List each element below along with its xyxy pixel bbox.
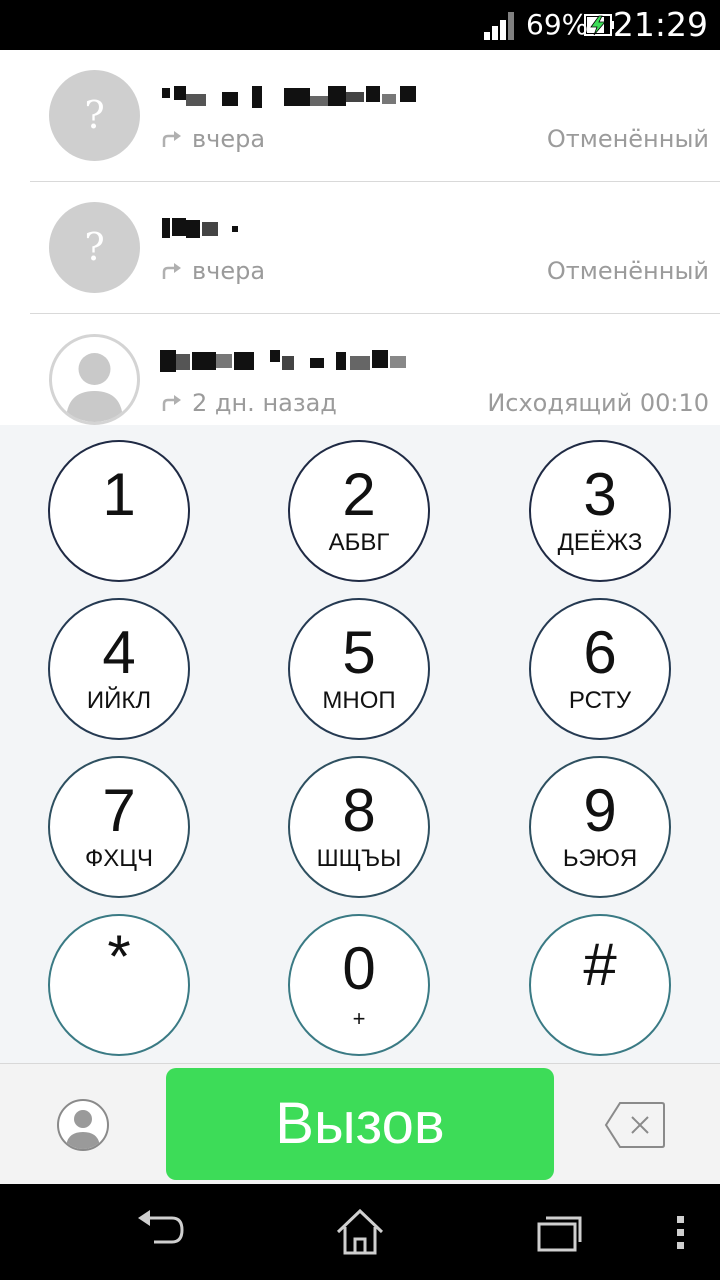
contact-name-redacted	[160, 214, 242, 244]
system-navigation-bar	[0, 1184, 720, 1280]
dialer-action-bar: Вызов	[0, 1063, 720, 1184]
key-digit: *	[107, 923, 131, 990]
key-6[interactable]: 6 РСТУ	[529, 598, 671, 740]
key-digit: 0	[342, 935, 376, 1002]
signal-icon	[484, 12, 518, 40]
key-letters: ФХЦЧ	[84, 845, 153, 872]
key-letters: ИЙКЛ	[86, 687, 152, 714]
person-silhouette-icon	[66, 1110, 100, 1149]
key-digit: 3	[583, 461, 617, 528]
backspace-icon[interactable]	[604, 1100, 666, 1150]
call-log: ? вчера Отменённый ? вчера Отменённый 2 …	[0, 50, 720, 425]
contacts-button[interactable]	[57, 1099, 109, 1151]
dial-keypad: 1 2 АБВГ 3 ДЕЁЖЗ 4 ИЙКЛ 5 МНОП 6 РСТУ 7 …	[0, 425, 720, 1063]
key-digit: 4	[102, 619, 136, 686]
contact-name-redacted	[160, 82, 420, 112]
outgoing-call-arrow-icon	[162, 395, 181, 411]
overflow-menu-icon[interactable]	[674, 1208, 688, 1254]
battery-charging-icon	[584, 14, 614, 36]
avatar: ?	[49, 70, 140, 161]
key-8[interactable]: 8 ШЩЪЫ	[288, 756, 430, 898]
key-digit: 9	[583, 777, 617, 844]
key-digit: 6	[583, 619, 617, 686]
key-2[interactable]: 2 АБВГ	[288, 440, 430, 582]
key-star[interactable]: *	[48, 914, 190, 1056]
key-5[interactable]: 5 МНОП	[288, 598, 430, 740]
key-letters: ЬЭЮЯ	[562, 845, 638, 872]
key-letters: ДЕЁЖЗ	[557, 529, 643, 556]
call-log-item[interactable]: ? вчера Отменённый	[0, 50, 720, 182]
home-icon[interactable]	[334, 1208, 386, 1256]
person-silhouette-icon	[66, 353, 123, 422]
call-time: вчера	[162, 124, 265, 154]
key-1[interactable]: 1	[48, 440, 190, 582]
key-letters: РСТУ	[568, 687, 632, 714]
call-time: вчера	[162, 256, 265, 286]
recent-apps-icon[interactable]	[536, 1208, 584, 1254]
call-log-item[interactable]: 2 дн. назад Исходящий 00:10	[0, 314, 720, 425]
call-time: 2 дн. назад	[162, 388, 337, 418]
key-9[interactable]: 9 ЬЭЮЯ	[529, 756, 671, 898]
contact-placeholder-avatar	[49, 334, 140, 425]
key-letters: ШЩЪЫ	[316, 845, 402, 872]
call-when-label: вчера	[192, 257, 266, 285]
key-4[interactable]: 4 ИЙКЛ	[48, 598, 190, 740]
outgoing-call-arrow-icon	[162, 263, 181, 279]
call-status: Исходящий 00:10	[487, 389, 709, 417]
call-status: Отменённый	[546, 257, 709, 285]
key-0[interactable]: 0 +	[288, 914, 430, 1056]
call-status: Отменённый	[546, 125, 709, 153]
call-log-item[interactable]: ? вчера Отменённый	[0, 182, 720, 314]
outgoing-call-arrow-icon	[162, 131, 181, 147]
clock: 21:29	[612, 5, 708, 44]
key-digit: 7	[102, 777, 136, 844]
call-when-label: 2 дн. назад	[192, 389, 337, 417]
key-digit: 1	[102, 461, 136, 528]
call-button[interactable]: Вызов	[166, 1068, 554, 1180]
call-when-label: вчера	[192, 125, 266, 153]
key-letters: АБВГ	[328, 529, 390, 556]
key-digit: 8	[342, 777, 376, 844]
status-bar: 69% 21:29	[0, 0, 720, 50]
contact-name-redacted	[160, 346, 410, 376]
key-digit: 5	[342, 619, 376, 686]
key-letters: МНОП	[322, 687, 396, 714]
key-digit: #	[583, 931, 617, 998]
key-letters: +	[352, 1006, 366, 1031]
key-hash[interactable]: #	[529, 914, 671, 1056]
avatar: ?	[49, 202, 140, 293]
key-3[interactable]: 3 ДЕЁЖЗ	[529, 440, 671, 582]
back-icon[interactable]	[134, 1208, 186, 1254]
key-7[interactable]: 7 ФХЦЧ	[48, 756, 190, 898]
key-digit: 2	[342, 461, 376, 528]
battery-percent: 69%	[526, 8, 589, 41]
